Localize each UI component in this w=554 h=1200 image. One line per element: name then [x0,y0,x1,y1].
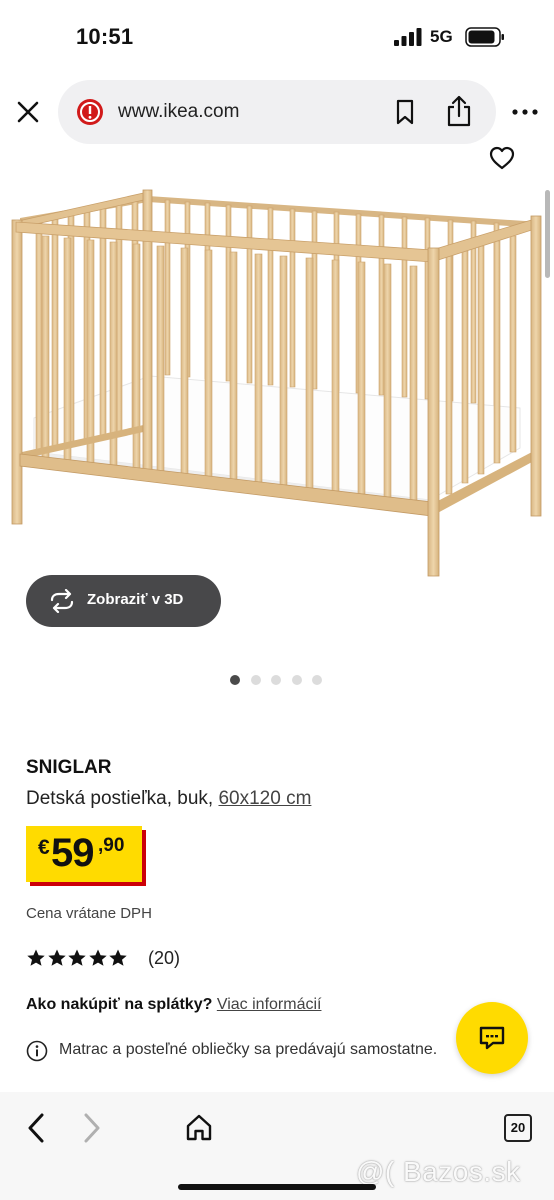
price-decimal: ,90 [98,835,125,856]
share-icon[interactable] [444,94,474,128]
star-icon [88,949,107,966]
url-text[interactable]: www.ikea.com [118,101,239,123]
watermark: @( Bazos.sk [356,1156,521,1187]
chat-button[interactable] [456,1002,528,1074]
star-icon [109,949,127,966]
network-type: 5G [430,27,453,46]
chat-icon [479,1026,505,1050]
carousel-dot[interactable] [250,675,261,685]
forward-arrow-icon[interactable] [80,1112,104,1144]
home-icon[interactable] [184,1112,214,1142]
product-name: SNIGLAR [26,757,112,778]
tabs-count: 20 [510,1120,526,1135]
price-integer: 59 [51,831,94,875]
carousel-dot[interactable] [271,675,281,685]
heart-icon[interactable] [488,144,516,172]
carousel-dot[interactable] [291,675,302,685]
clock: 10:51 [76,24,134,49]
back-arrow-icon[interactable] [24,1112,48,1144]
product-type: Detská postieľka, buk, [26,788,219,809]
view-in-3d-label: Zobraziť v 3D [87,591,184,608]
info-note: Matrac a posteľné obliečky sa predávajú … [59,1041,438,1058]
product-size-link[interactable]: 60x120 cm [218,788,311,809]
tabs-button[interactable]: 20 [504,1114,532,1142]
product-image-crib[interactable] [0,176,554,586]
installment-question: Ako nakúpiť na splátky? [26,996,213,1013]
review-count[interactable]: (20) [148,948,180,969]
star-icon [68,949,86,966]
view-in-3d-button[interactable]: Zobraziť v 3D [26,575,221,627]
battery-icon [465,27,504,47]
vat-note: Cena vrátane DPH [26,905,152,922]
info-icon [26,1040,48,1062]
installment-more-info-link[interactable]: Viac informácií [217,996,322,1013]
carousel-dot[interactable] [230,675,240,685]
star-icon [47,949,66,966]
rotate-3d-icon [50,589,74,613]
installment-info: Ako nakúpiť na splátky? Viac informácií [26,996,321,1014]
price-currency: € [38,836,50,859]
security-warning-icon[interactable] [76,98,104,126]
price-tag: € 59 ,90 [26,826,142,882]
bookmark-icon[interactable] [392,98,418,126]
home-indicator[interactable] [178,1184,376,1190]
carousel-dot[interactable] [312,675,322,685]
close-icon[interactable] [14,98,42,126]
cellular-signal-icon [394,28,422,46]
star-icon [27,949,45,966]
status-bar: 10:51 5G [0,0,554,72]
url-bar[interactable]: www.ikea.com [58,80,496,144]
more-options-icon[interactable] [510,100,540,124]
product-description: Detská postieľka, buk, 60x120 cm [26,788,311,810]
bottom-toolbar: 20 @( Bazos.sk [0,1092,554,1200]
